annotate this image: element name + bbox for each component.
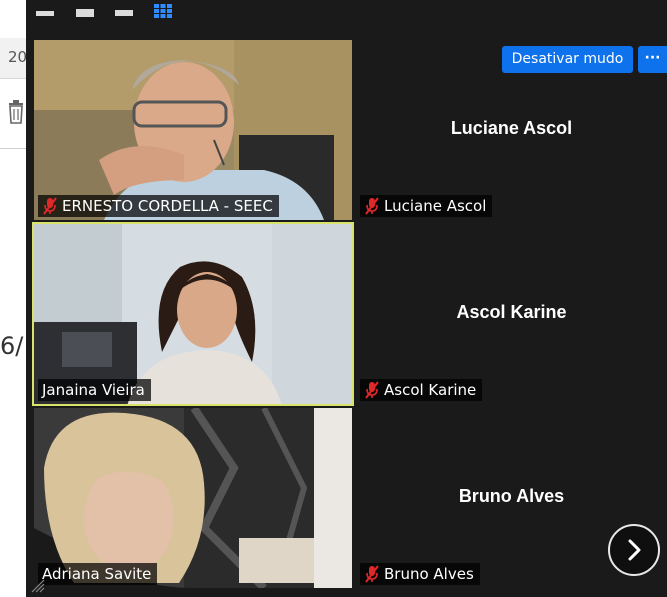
resize-grip-icon[interactable]: [30, 578, 46, 594]
participant-video: [34, 408, 352, 588]
background-tab-text: 20: [8, 48, 28, 66]
participant-video: [34, 40, 352, 220]
minimize-icon[interactable]: [36, 11, 54, 16]
pin-icon[interactable]: [115, 10, 133, 16]
muted-mic-icon: [43, 197, 57, 215]
participant-name: Adriana Savite: [42, 565, 152, 583]
gallery-view-icon[interactable]: [154, 4, 172, 18]
participant-tile-janaina[interactable]: Janaina Vieira: [32, 222, 354, 406]
muted-mic-icon: [365, 381, 379, 399]
participant-display-name: Luciane Ascol: [450, 118, 573, 138]
restore-icon[interactable]: [76, 9, 94, 17]
participant-name: ERNESTO CORDELLA - SEEC: [62, 197, 273, 215]
more-options-button[interactable]: ···: [638, 46, 667, 73]
participant-name-tag: Adriana Savite: [38, 563, 158, 585]
participant-name-tag: Luciane Ascol: [360, 195, 493, 217]
title-bar: [26, 0, 667, 36]
participant-name: Janaina Vieira: [42, 381, 145, 399]
participant-tile-ernesto[interactable]: ERNESTO CORDELLA - SEEC: [34, 40, 352, 220]
participant-name: Ascol Karine: [384, 381, 477, 399]
participant-name-tag: Ascol Karine: [360, 379, 483, 401]
participant-display-name: Ascol Karine: [456, 302, 567, 322]
participant-tile-adriana[interactable]: Adriana Savite: [34, 408, 352, 588]
participant-name-tag: ERNESTO CORDELLA - SEEC: [38, 195, 279, 217]
trash-icon[interactable]: [7, 100, 25, 124]
participant-name: Bruno Alves: [384, 565, 474, 583]
chevron-right-icon: [628, 539, 641, 561]
participant-name-tag: Janaina Vieira: [38, 379, 151, 401]
participant-display-name: Bruno Alves: [458, 486, 565, 506]
next-page-button[interactable]: [608, 524, 660, 576]
participant-name: Luciane Ascol: [384, 197, 487, 215]
participant-tile-ascol-karine[interactable]: Ascol Karine Ascol Karine: [356, 224, 667, 404]
background-text: 6/: [0, 332, 24, 360]
participant-name-tag: Bruno Alves: [360, 563, 480, 585]
meeting-window: ERNESTO CORDELLA - SEEC Luciane Ascol Lu…: [26, 0, 667, 597]
unmute-button[interactable]: Desativar mudo: [502, 46, 633, 73]
muted-mic-icon: [365, 197, 379, 215]
muted-mic-icon: [365, 565, 379, 583]
